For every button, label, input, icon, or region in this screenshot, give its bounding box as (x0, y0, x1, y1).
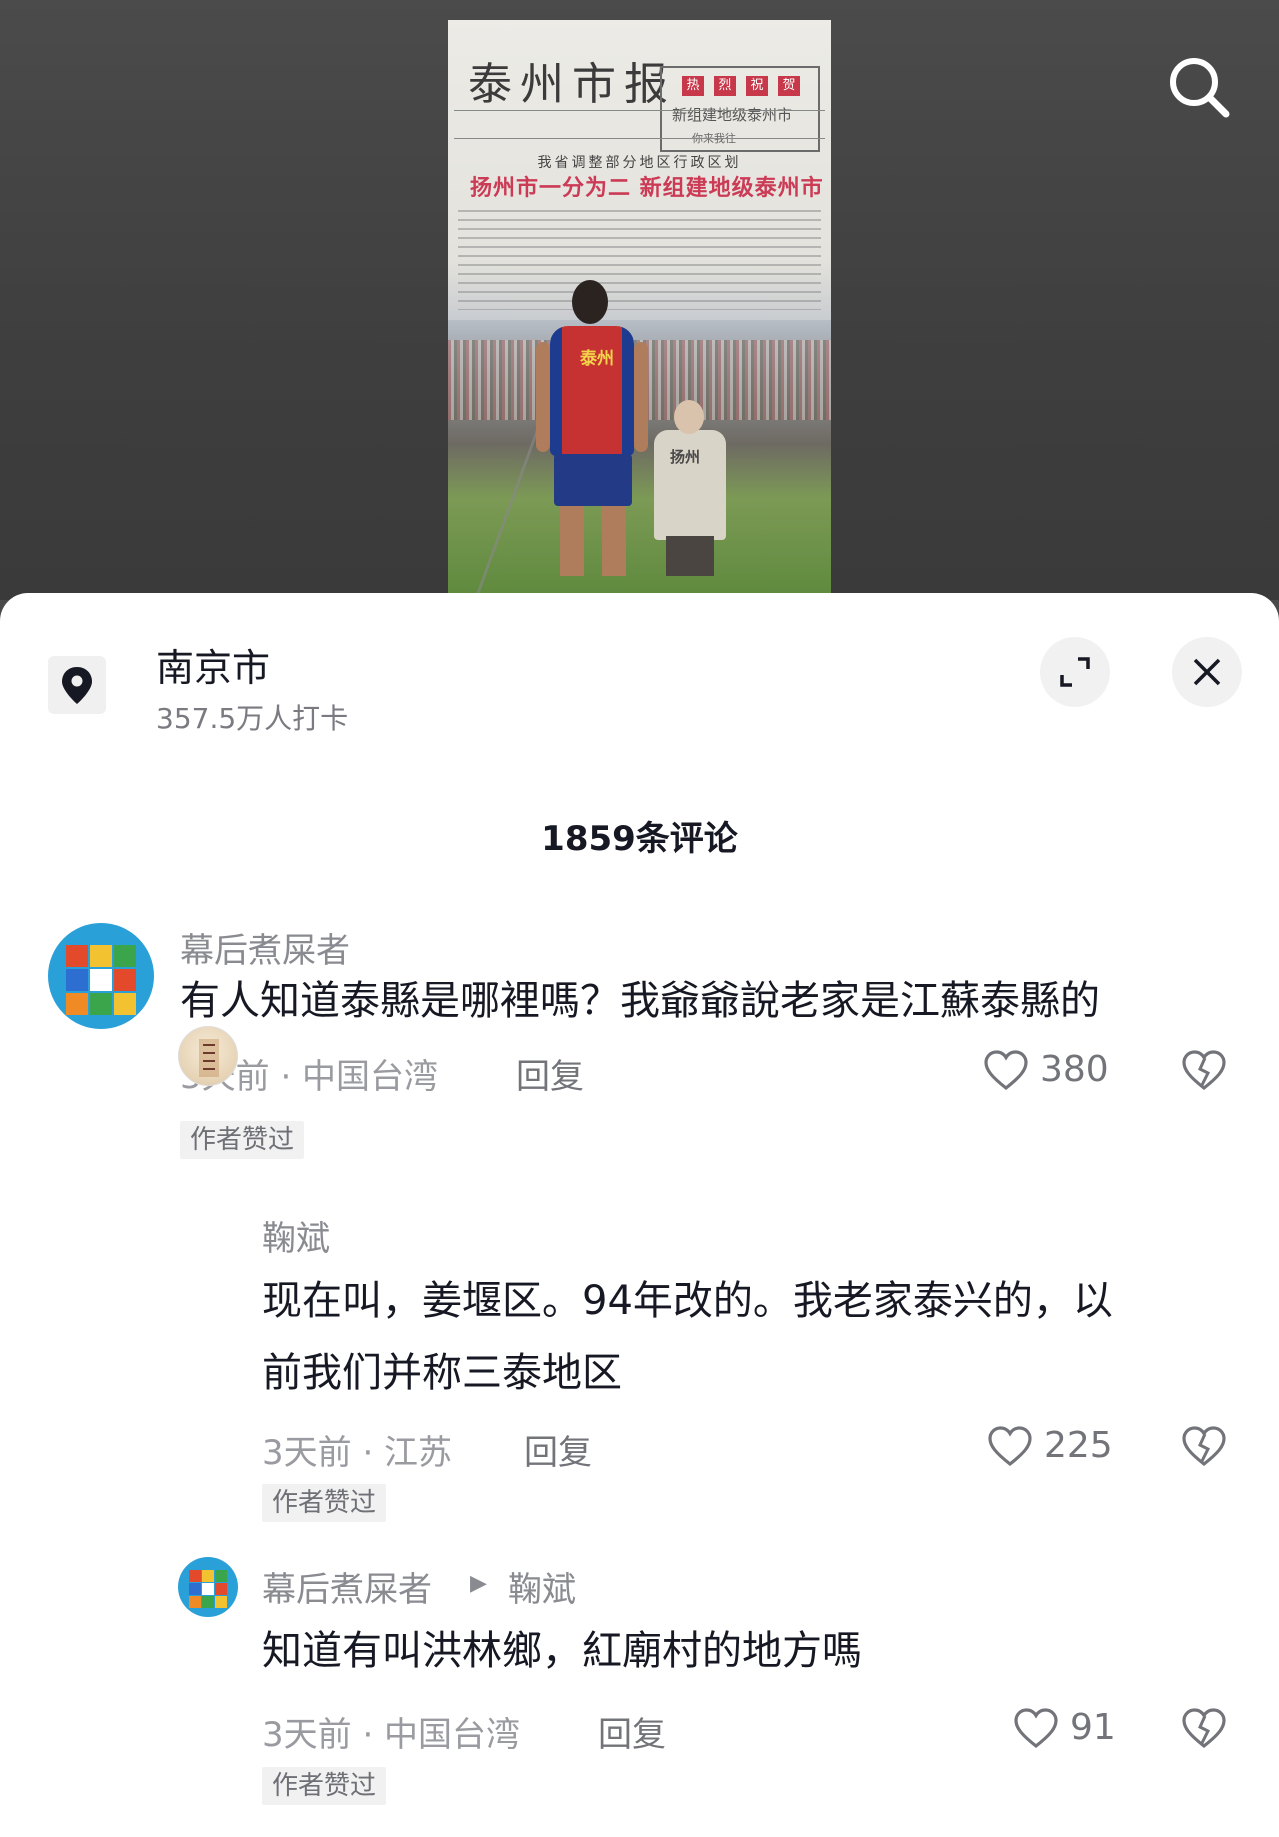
newspaper-rule (454, 110, 825, 111)
search-icon[interactable] (1160, 48, 1240, 128)
newspaper-title: 泰州市报 (468, 59, 676, 110)
location-title[interactable]: 南京市 (156, 637, 270, 692)
comment-username[interactable]: 幕后煮屎者 (262, 1562, 432, 1611)
comment-text-line1: 现在叫，姜堰区。94年改的。我老家泰兴的，以 (262, 1278, 1113, 1324)
newspaper-image: 泰州市报 热 烈 祝 贺 新组建地级泰州市 你来我往 我省调整部分地区行政区划 … (448, 20, 831, 320)
comment-text-line2: 前我们并称三泰地区 (262, 1350, 622, 1396)
close-icon (1193, 658, 1221, 686)
expand-button[interactable] (1040, 637, 1110, 707)
video-poster-image[interactable]: 泰州市报 热 烈 祝 贺 新组建地级泰州市 你来我往 我省调整部分地区行政区划 … (448, 20, 831, 595)
heart-icon (1014, 1708, 1058, 1749)
congrats-line: 新组建地级泰州市 (672, 106, 793, 124)
comment-text: 知道有叫洪林鄉，紅廟村的地方嗎 (262, 1628, 862, 1674)
user-avatar[interactable] (178, 1557, 238, 1617)
dislike-broken-heart-icon[interactable] (1180, 1705, 1228, 1757)
newspaper-headline: 扬州市一分为二 新组建地级泰州市 (470, 176, 824, 201)
newspaper-rule (454, 138, 825, 139)
congrats-chip: 热 (682, 76, 704, 96)
comment-meta: 3天前 · 江苏 (262, 1433, 453, 1473)
comments-count: 1859条评论 (541, 819, 738, 859)
comment-username[interactable]: 鞠斌 (262, 1211, 330, 1260)
like-button[interactable]: 91 (1012, 1705, 1132, 1753)
user-avatar[interactable] (178, 1026, 238, 1086)
close-button[interactable] (1172, 637, 1242, 707)
congrats-box: 热 烈 祝 贺 新组建地级泰州市 你来我往 (660, 66, 820, 152)
newspaper-subheading: 我省调整部分地区行政区划 (537, 155, 742, 171)
comment-meta: 3天前 · 中国台湾 (262, 1715, 521, 1755)
player-shirt-label: 泰州 (580, 349, 614, 369)
heart-icon (988, 1426, 1032, 1467)
stadium-scene: 泰州 扬州 (448, 280, 831, 595)
location-checkins: 357.5万人打卡 (156, 702, 349, 735)
user-avatar[interactable] (48, 923, 154, 1029)
location-pin-icon[interactable] (48, 656, 106, 714)
congrats-chip: 贺 (778, 76, 800, 96)
dislike-broken-heart-icon[interactable] (1180, 1423, 1228, 1475)
like-count: 91 (1070, 1707, 1116, 1748)
video-background: 泰州市报 热 烈 祝 贺 新组建地级泰州市 你来我往 我省调整部分地区行政区划 … (0, 0, 1279, 600)
expand-icon (1060, 657, 1090, 687)
stadium-railing (448, 430, 539, 595)
like-count: 225 (1044, 1425, 1113, 1466)
reply-button[interactable]: 回复 (524, 1425, 592, 1474)
author-liked-badge: 作者赞过 (262, 1484, 387, 1522)
author-liked-badge: 作者赞过 (262, 1767, 387, 1805)
reply-to-arrow-icon: ▶ (470, 1571, 487, 1596)
elder-shirt-label: 扬州 (670, 448, 701, 466)
like-button[interactable]: 225 (986, 1423, 1136, 1471)
newspaper-body-text (458, 210, 821, 310)
congrats-chip: 烈 (714, 76, 736, 96)
congrats-chip: 祝 (746, 76, 768, 96)
comments-sheet: 南京市 357.5万人打卡 1859条评论 幕后煮屎者 有人知道泰縣是哪裡嗎？我… (0, 593, 1279, 1837)
reply-button[interactable]: 回复 (598, 1707, 666, 1756)
reply-to-username[interactable]: 鞠斌 (508, 1562, 576, 1611)
